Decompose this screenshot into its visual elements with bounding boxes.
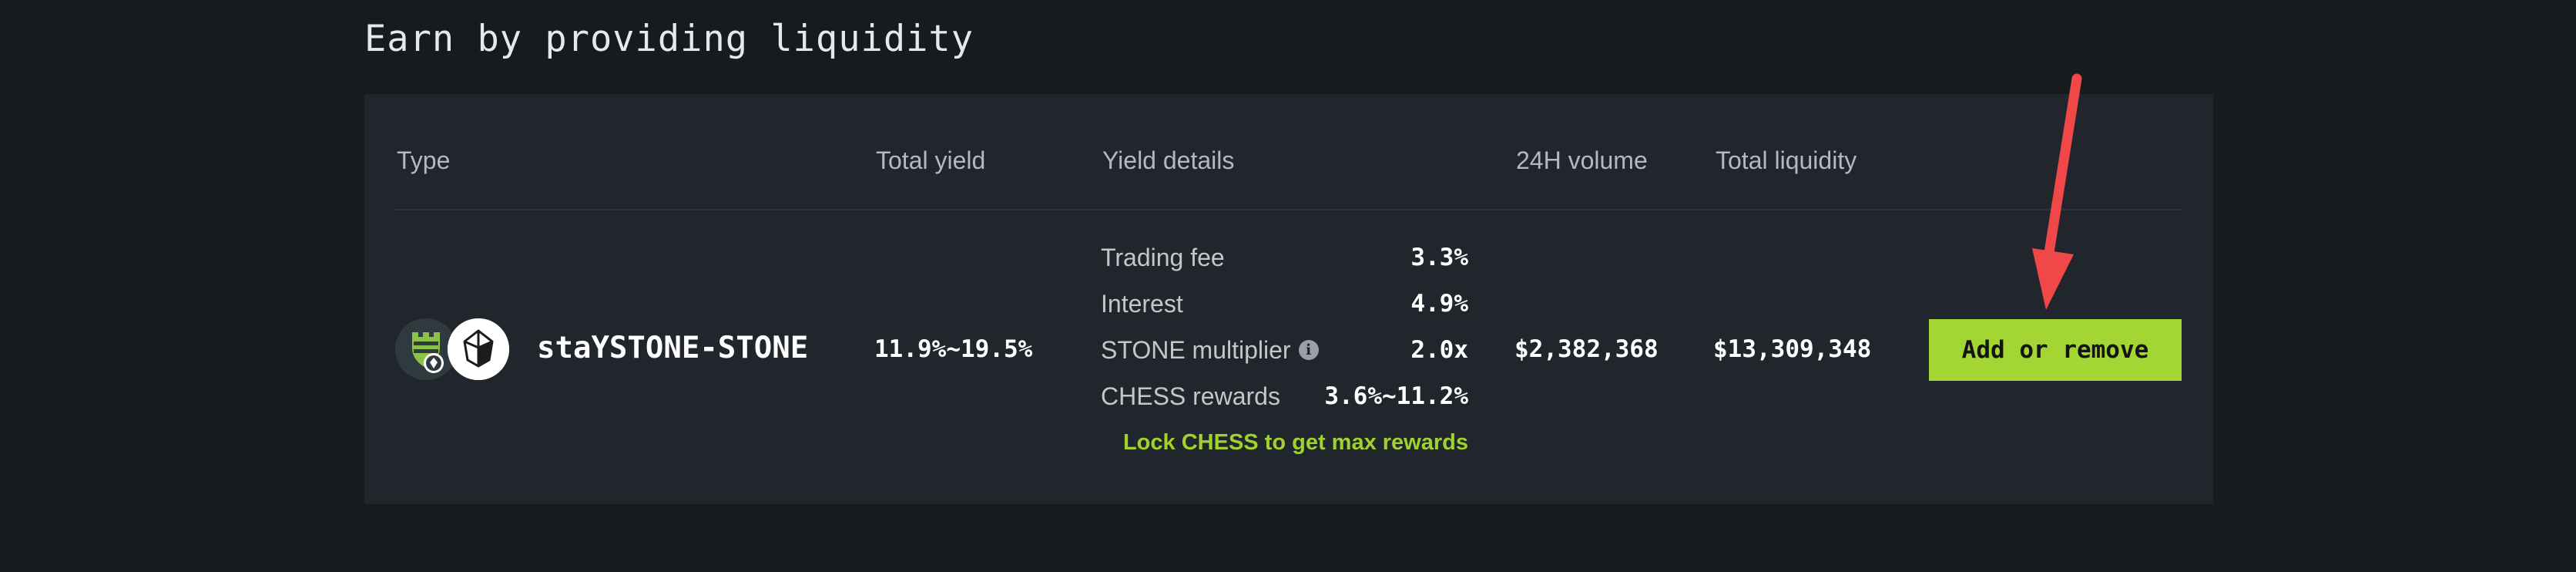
- header-divider: [395, 209, 2182, 210]
- pair-name: staYSTONE-STONE: [537, 331, 809, 365]
- header-type: Type: [397, 146, 451, 174]
- red-arrow-annotation: [2032, 73, 2082, 310]
- header-total-liquidity: Total liquidity: [1716, 146, 1857, 174]
- stone-multiplier-row-label: STONE multiplier i: [1101, 331, 1319, 369]
- info-icon[interactable]: i: [1298, 339, 1319, 360]
- header-yield-details: Yield details: [1102, 146, 1235, 174]
- trading-fee-value: 3.3%: [1410, 244, 1468, 271]
- stone-gem-token-icon: [448, 318, 509, 380]
- total-yield-value: 11.9%~19.5%: [874, 335, 1033, 363]
- chess-rewards-value: 3.6%~11.2%: [1324, 382, 1468, 410]
- stone-multiplier-label: STONE multiplier: [1101, 336, 1291, 364]
- header-total-yield: Total yield: [876, 146, 986, 174]
- page: Earn by providing liquidity Type Total y…: [0, 0, 2576, 572]
- total-liquidity-value: $13,309,348: [1713, 335, 1872, 363]
- lock-chess-link[interactable]: Lock CHESS to get max rewards: [1123, 425, 1468, 460]
- token-pair-icons: [395, 318, 509, 383]
- trading-fee-label: Trading fee: [1101, 244, 1225, 271]
- add-or-remove-button[interactable]: Add or remove: [1929, 319, 2182, 381]
- interest-label: Interest: [1101, 290, 1183, 318]
- section-title: Earn by providing liquidity: [364, 18, 974, 60]
- volume-24h-value: $2,382,368: [1514, 335, 1659, 363]
- chess-rewards-label: CHESS rewards: [1101, 382, 1280, 410]
- interest-value: 4.9%: [1410, 290, 1468, 318]
- stone-multiplier-value: 2.0x: [1410, 336, 1468, 364]
- header-24h-volume: 24H volume: [1516, 146, 1648, 174]
